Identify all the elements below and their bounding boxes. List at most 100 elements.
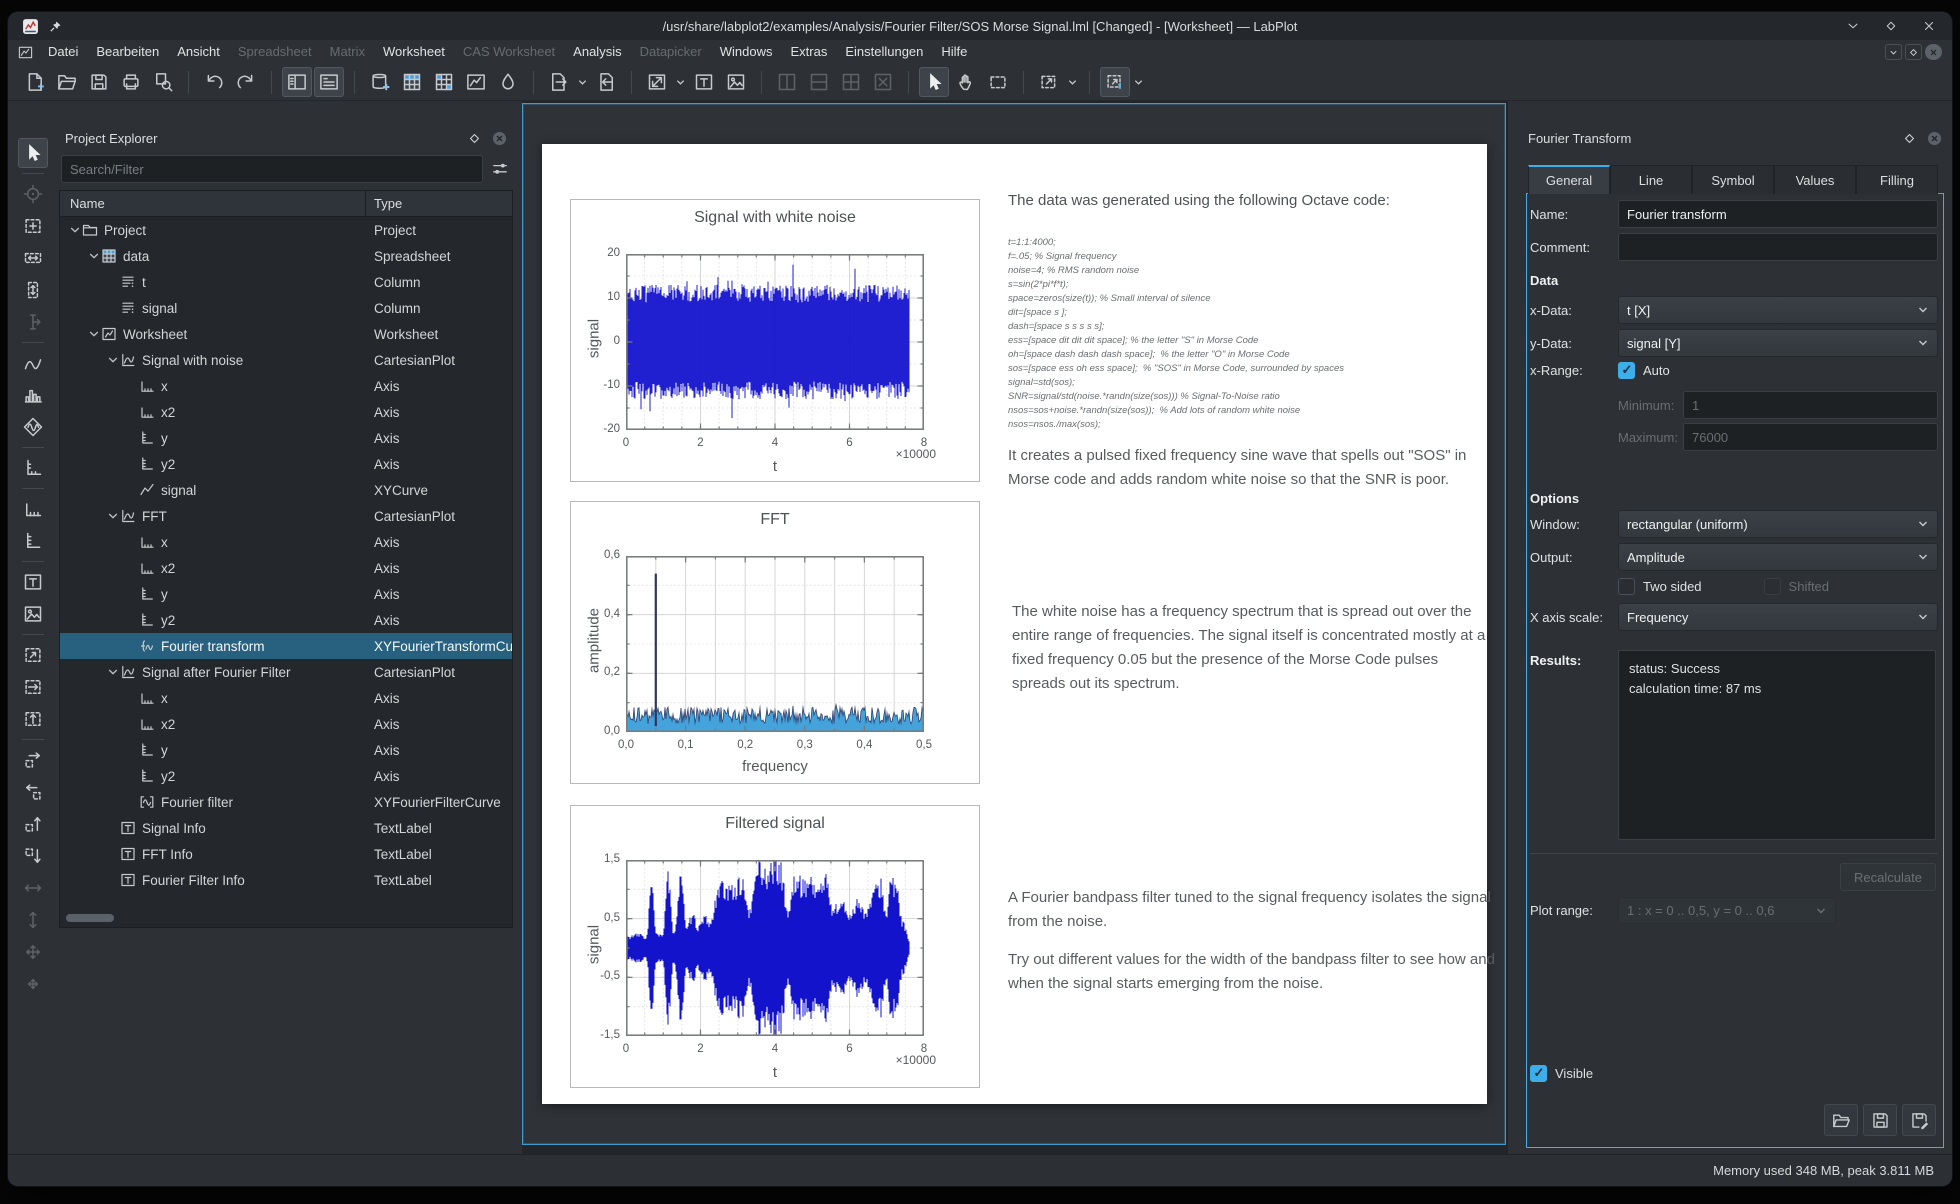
octave-code[interactable]: t=1:1:4000; f=.05; % Signal frequency no…	[1008, 236, 1344, 432]
undo-button[interactable]	[199, 67, 229, 97]
toggle-project-explorer-button[interactable]	[282, 67, 312, 97]
menu-analysis[interactable]: Analysis	[564, 42, 630, 61]
new-project-button[interactable]	[20, 67, 50, 97]
expander-icon[interactable]	[106, 509, 120, 523]
new-matrix-button[interactable]	[429, 67, 459, 97]
worksheet-page[interactable]: Signal with white noisesignalt×100002010…	[542, 144, 1487, 1104]
shift-up-button[interactable]	[18, 809, 48, 839]
tab-filling[interactable]: Filling	[1856, 165, 1938, 194]
zoom-fit-button[interactable]	[642, 67, 672, 97]
menu-ansicht[interactable]: Ansicht	[168, 42, 229, 61]
redo-button[interactable]	[231, 67, 261, 97]
new-worksheet-button[interactable]	[461, 67, 491, 97]
visible-checkbox[interactable]	[1530, 1065, 1547, 1082]
tree-row-x2[interactable]: x2Axis	[60, 399, 512, 425]
new-workbook-button[interactable]	[365, 67, 395, 97]
shift-down-button[interactable]	[18, 841, 48, 871]
zoom-select-x-button[interactable]	[18, 243, 48, 273]
maximize-icon[interactable]	[1884, 19, 1898, 33]
output-combobox[interactable]: Amplitude	[1618, 543, 1938, 571]
menu-windows[interactable]: Windows	[711, 42, 782, 61]
menu-extras[interactable]: Extras	[781, 42, 836, 61]
zoom-select-mode-button[interactable]	[983, 67, 1013, 97]
tree-row-t[interactable]: tColumn	[60, 269, 512, 295]
close-icon[interactable]	[1922, 19, 1936, 33]
filter-options-icon[interactable]	[491, 160, 509, 178]
expander-icon[interactable]	[106, 665, 120, 679]
tree-row-signal-with-noise[interactable]: Signal with noiseCartesianPlot	[60, 347, 512, 373]
visible-label[interactable]: Visible	[1555, 1066, 1593, 1081]
menu-datei[interactable]: Datei	[39, 42, 87, 61]
tree-header[interactable]: Name Type	[60, 191, 512, 217]
menu-worksheet[interactable]: Worksheet	[374, 42, 454, 61]
magnification-dropdown-icon[interactable]	[1066, 67, 1079, 97]
plot-fft[interactable]: FFTamplitudefrequency0,60,40,20,00,00,10…	[570, 501, 980, 784]
expander-icon[interactable]	[106, 353, 120, 367]
magnification-button[interactable]	[1034, 67, 1064, 97]
document-menu-icon[interactable]	[18, 45, 33, 60]
mdi-close-icon[interactable]	[1925, 44, 1942, 60]
x-axis-scale-combobox[interactable]: Frequency	[1618, 603, 1938, 631]
mdi-restore-icon[interactable]	[1885, 44, 1902, 60]
zoom-fit-dropdown-icon[interactable]	[674, 67, 687, 97]
tree-row-y[interactable]: yAxis	[60, 425, 512, 451]
filter-paragraph-1[interactable]: A Fourier bandpass filter tuned to the s…	[1008, 886, 1500, 934]
column-header-type[interactable]: Type	[366, 196, 402, 211]
tree-row-signal[interactable]: signalColumn	[60, 295, 512, 321]
tree-row-fourier-filter[interactable]: Fourier filterXYFourierFilterCurve	[60, 789, 512, 815]
tab-general[interactable]: General	[1528, 165, 1610, 194]
auto-scale-button[interactable]	[18, 640, 48, 670]
x-data-combobox[interactable]: t [X]	[1618, 296, 1938, 324]
tree-row-fourier-transform[interactable]: Fourier transformXYFourierTransformCur	[60, 633, 512, 659]
expander-icon[interactable]	[87, 249, 101, 263]
add-histogram-button[interactable]	[18, 380, 48, 410]
column-header-name[interactable]: Name	[60, 191, 366, 216]
zoom-original-button[interactable]	[1100, 67, 1130, 97]
add-text-label-button[interactable]	[689, 67, 719, 97]
plot-signal-noise[interactable]: Signal with white noisesignalt×100002010…	[570, 199, 980, 482]
tree-row-fft-info[interactable]: FFT InfoTextLabel	[60, 841, 512, 867]
save-project-button[interactable]	[84, 67, 114, 97]
search-input[interactable]: Search/Filter	[61, 155, 483, 183]
tree-row-x2[interactable]: x2Axis	[60, 711, 512, 737]
close-dock-icon[interactable]	[492, 131, 507, 146]
comment-input[interactable]	[1618, 233, 1938, 261]
zoom-out-button[interactable]	[18, 777, 48, 807]
tree-row-y[interactable]: yAxis	[60, 581, 512, 607]
add-vertical-axis-button[interactable]	[18, 526, 48, 556]
tree-row-x[interactable]: xAxis	[60, 685, 512, 711]
tree-row-x[interactable]: xAxis	[60, 373, 512, 399]
tree-row-y2[interactable]: y2Axis	[60, 763, 512, 789]
tree-row-data[interactable]: dataSpreadsheet	[60, 243, 512, 269]
zoom-original-dropdown-icon[interactable]	[1132, 67, 1145, 97]
toggle-properties-explorer-button[interactable]	[314, 67, 344, 97]
float-dock-icon[interactable]	[467, 131, 482, 146]
zoom-select-region-button[interactable]	[18, 211, 48, 241]
window-combobox[interactable]: rectangular (uniform)	[1618, 510, 1938, 538]
tab-line[interactable]: Line	[1610, 165, 1692, 194]
add-xy-curve-button[interactable]	[18, 348, 48, 378]
load-settings-button[interactable]	[1824, 1104, 1858, 1136]
zoom-select-y-button[interactable]	[18, 275, 48, 305]
two-sided-checkbox[interactable]	[1618, 578, 1635, 595]
float-dock-icon[interactable]	[1902, 131, 1917, 146]
add-image-button[interactable]	[721, 67, 751, 97]
minimize-icon[interactable]	[1846, 19, 1860, 33]
import-button[interactable]	[591, 67, 621, 97]
tree-row-y[interactable]: yAxis	[60, 737, 512, 763]
tree-row-y2[interactable]: y2Axis	[60, 451, 512, 477]
open-project-button[interactable]	[52, 67, 82, 97]
sos-paragraph[interactable]: It creates a pulsed fixed frequency sine…	[1008, 444, 1500, 492]
tree-row-fft[interactable]: FFTCartesianPlot	[60, 503, 512, 529]
filter-paragraph-2[interactable]: Try out different values for the width o…	[1008, 948, 1500, 996]
worksheet-view[interactable]: Signal with white noisesignalt×100002010…	[522, 103, 1506, 1145]
expander-icon[interactable]	[87, 327, 101, 341]
menu-einstellungen[interactable]: Einstellungen	[836, 42, 932, 61]
menu-bearbeiten[interactable]: Bearbeiten	[87, 42, 168, 61]
tree-row-fourier-filter-info[interactable]: Fourier Filter InfoTextLabel	[60, 867, 512, 893]
y-data-combobox[interactable]: signal [Y]	[1618, 329, 1938, 357]
export-dropdown-icon[interactable]	[576, 67, 589, 97]
expander-icon[interactable]	[68, 223, 82, 237]
add-text-label-button[interactable]	[18, 567, 48, 597]
close-dock-icon[interactable]	[1927, 131, 1942, 146]
